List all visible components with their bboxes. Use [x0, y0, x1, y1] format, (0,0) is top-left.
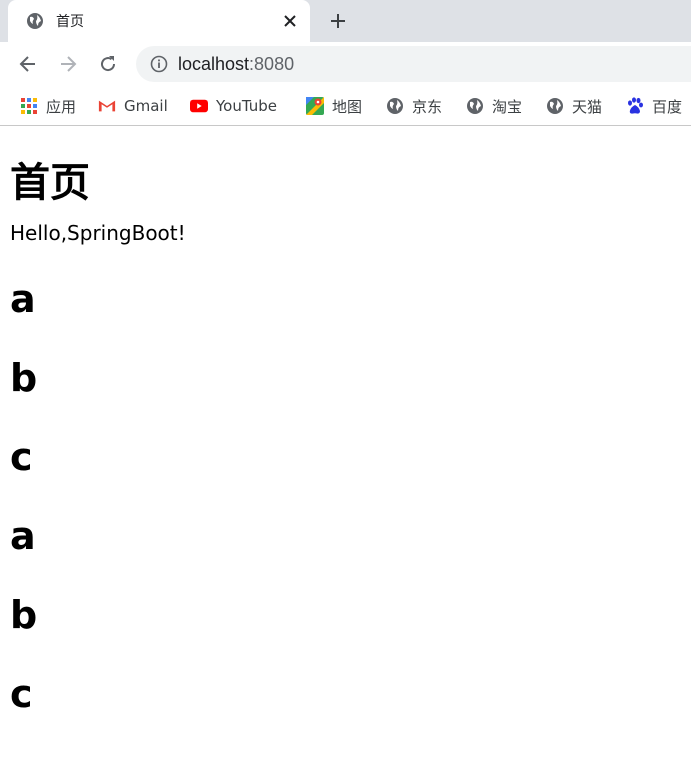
bookmark-label: 应用: [46, 97, 77, 116]
info-icon[interactable]: [150, 55, 168, 73]
forward-arrow-icon[interactable]: [56, 52, 80, 76]
reload-icon[interactable]: [96, 52, 120, 76]
url-host: localhost: [178, 53, 250, 74]
bookmark-label: 天猫: [572, 97, 603, 116]
apps-grid-icon: [20, 97, 38, 115]
maps-icon: [306, 97, 324, 115]
bookmark-baidu[interactable]: 百度: [626, 95, 682, 117]
list-item: b: [10, 593, 38, 637]
bookmark-taobao[interactable]: 淘宝: [466, 95, 522, 117]
youtube-icon: [190, 97, 208, 115]
baidu-paw-icon: [626, 97, 644, 115]
gmail-icon: [98, 97, 116, 115]
bookmark-label: Gmail: [124, 97, 168, 115]
url-port: :8080: [249, 53, 295, 74]
tab-strip: 首页: [0, 0, 691, 42]
bookmark-label: 百度: [652, 97, 683, 116]
bookmark-label: 地图: [332, 97, 363, 116]
bookmark-tmall[interactable]: 天猫: [546, 95, 602, 117]
bookmark-label: 淘宝: [492, 97, 523, 116]
globe-icon: [466, 97, 484, 115]
bookmark-maps[interactable]: 地图: [306, 95, 362, 117]
globe-icon: [26, 12, 44, 30]
globe-icon: [386, 97, 404, 115]
close-icon[interactable]: [280, 11, 300, 31]
bookmarks-bar: 应用 Gmail YouTube 地图 京东 淘宝 天猫 百度: [0, 86, 691, 126]
address-bar[interactable]: localhost:8080: [136, 46, 691, 82]
page-content: 首页 Hello,SpringBoot! a b c a b c: [0, 155, 691, 734]
list-item: a: [10, 277, 36, 321]
bookmark-apps[interactable]: 应用: [20, 95, 76, 117]
toolbar: localhost:8080: [0, 42, 691, 86]
tab-title: 首页: [56, 14, 84, 30]
list-item: a: [10, 514, 36, 558]
globe-icon: [546, 97, 564, 115]
bookmark-jd[interactable]: 京东: [386, 95, 442, 117]
bookmark-label: 京东: [412, 97, 443, 116]
list-item: b: [10, 356, 38, 400]
list-item: c: [10, 435, 33, 479]
bookmark-label: YouTube: [216, 97, 277, 115]
bookmark-youtube[interactable]: YouTube: [190, 95, 277, 117]
greeting-text: Hello,SpringBoot!: [10, 221, 186, 245]
list-item: c: [10, 672, 33, 716]
page-title: 首页: [10, 160, 90, 206]
active-tab[interactable]: 首页: [8, 0, 310, 42]
plus-icon[interactable]: [326, 9, 350, 33]
back-arrow-icon[interactable]: [16, 52, 40, 76]
bookmark-gmail[interactable]: Gmail: [98, 95, 168, 117]
